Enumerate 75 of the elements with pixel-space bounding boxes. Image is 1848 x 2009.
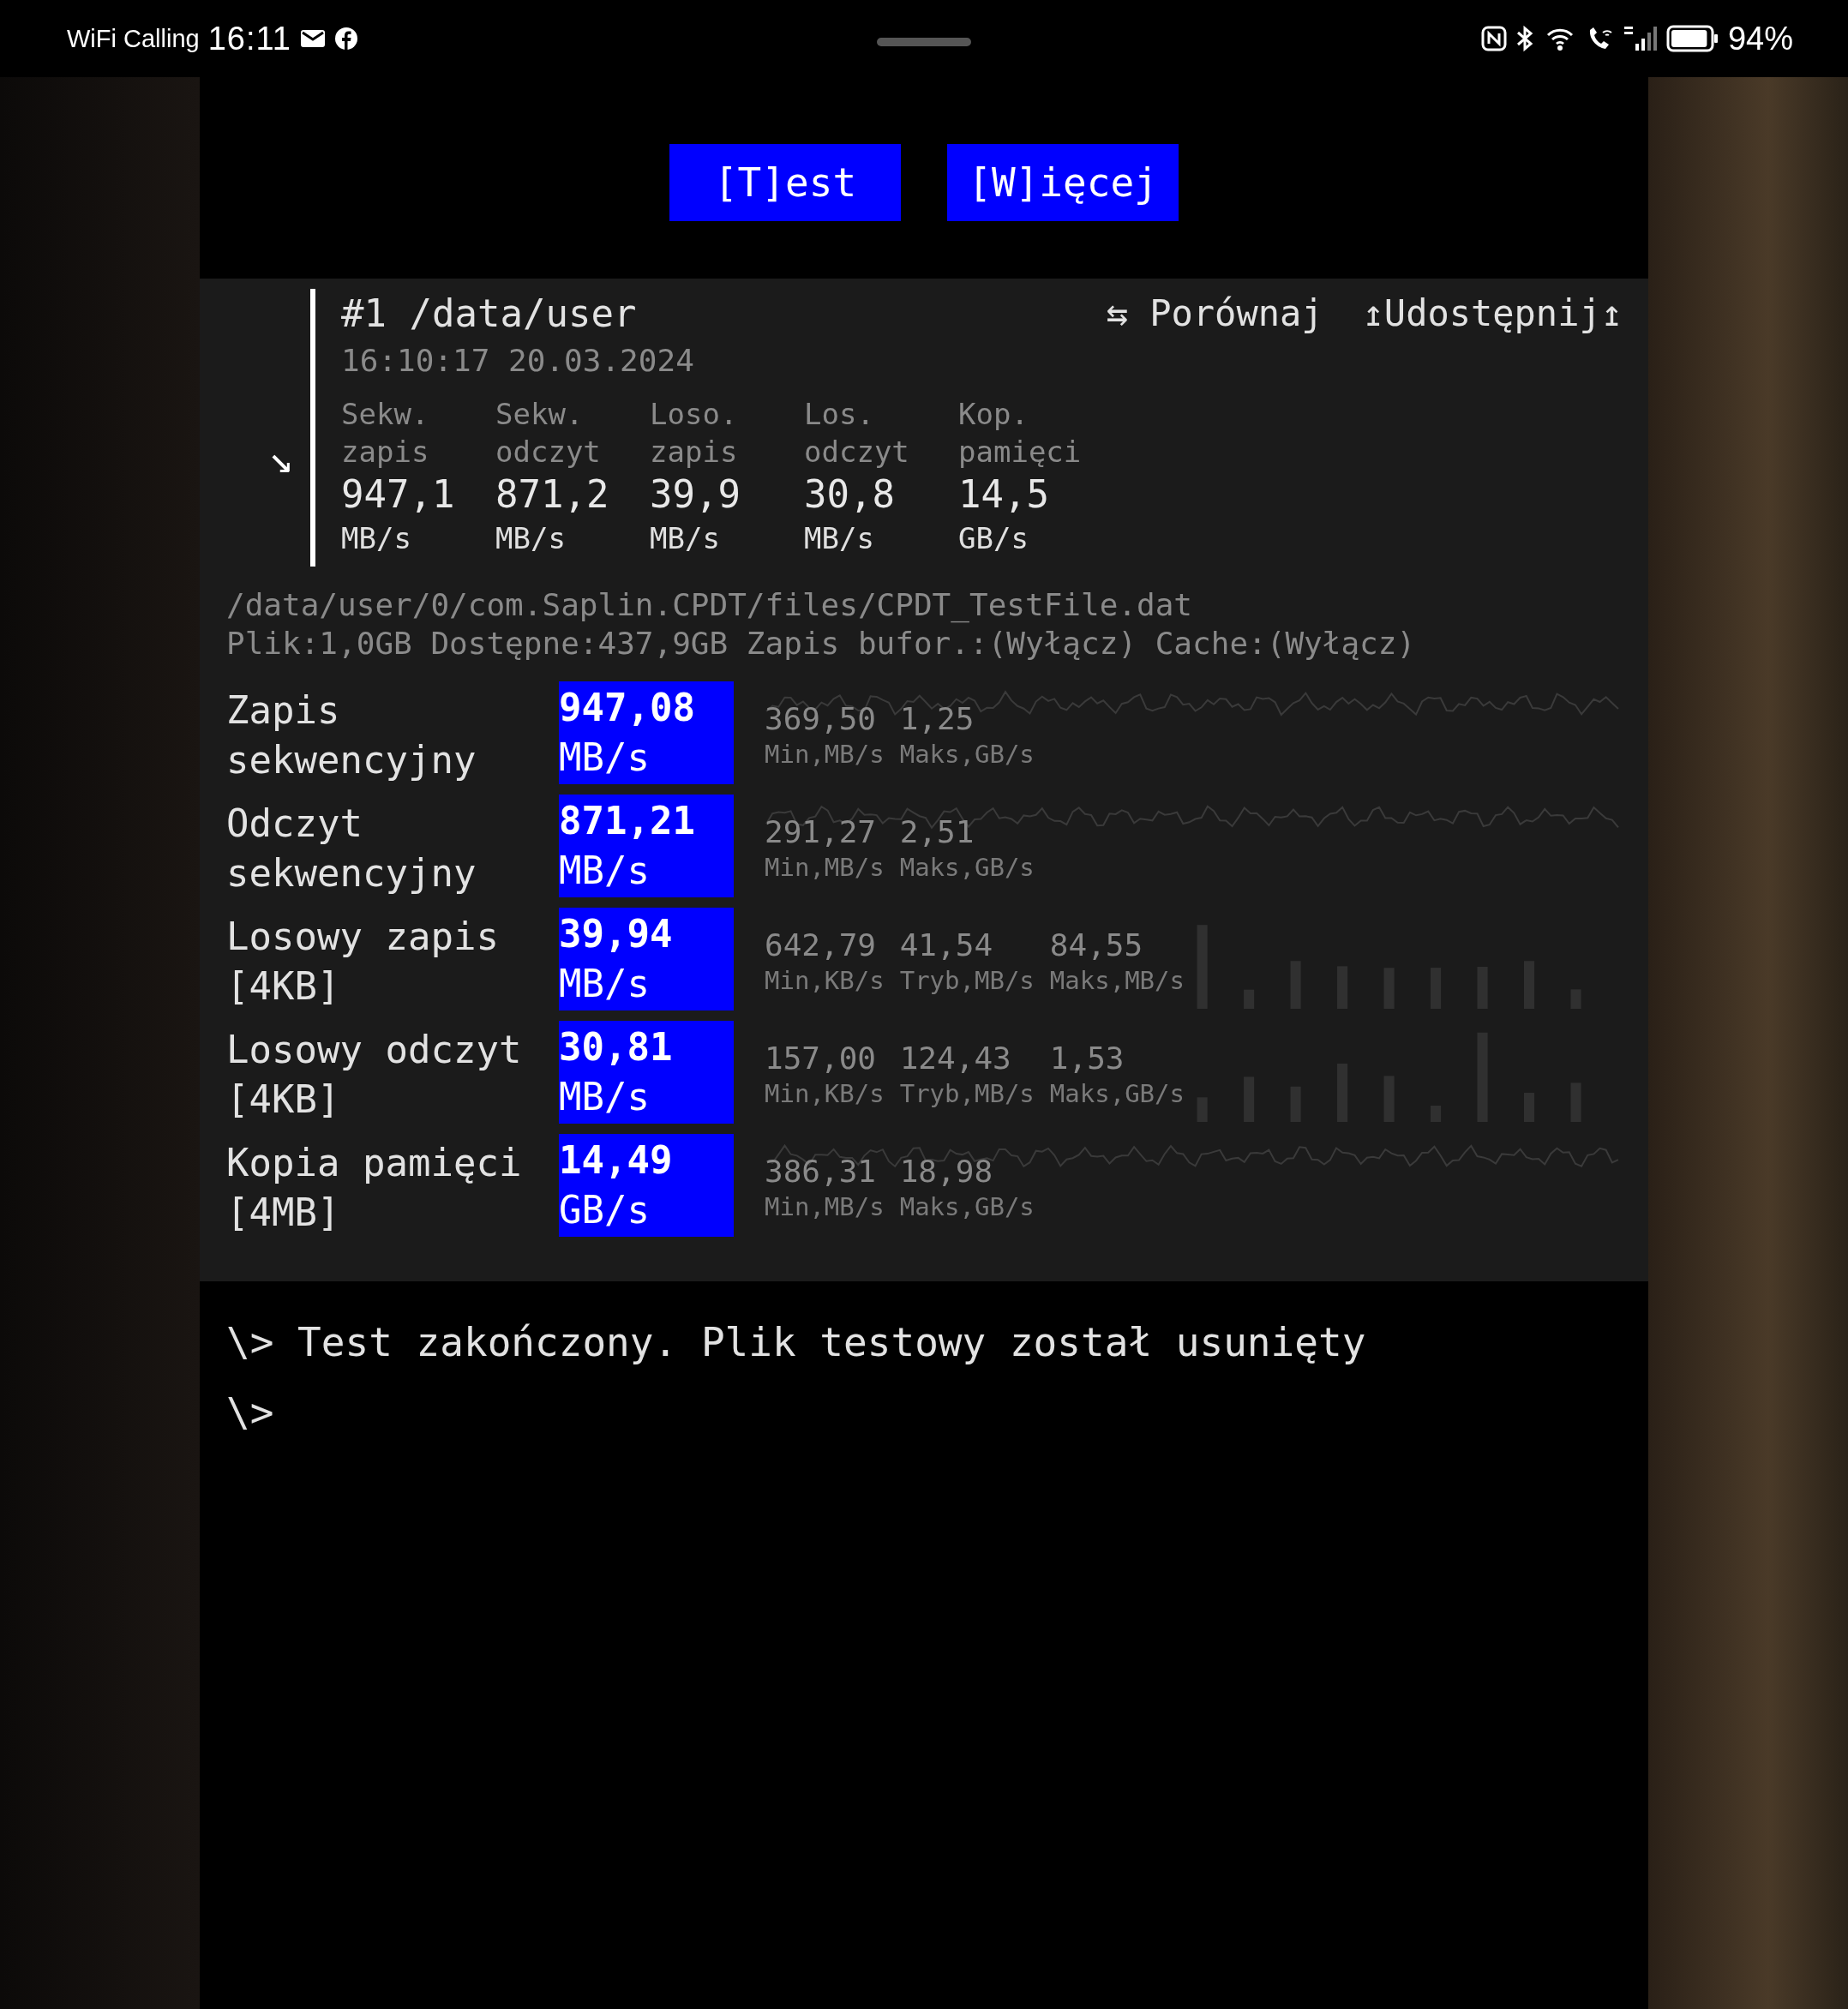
bluetooth-icon xyxy=(1515,25,1534,52)
stat-value: 2,51 xyxy=(899,813,975,851)
metric-value: 30,8 xyxy=(804,471,896,518)
carrier-label: WiFi Calling xyxy=(67,24,200,53)
stat-value: 369,50 xyxy=(765,700,878,738)
metric-unit: MB/s xyxy=(341,520,412,557)
stat-value: 157,00 xyxy=(765,1040,878,1077)
mail-icon xyxy=(299,28,326,49)
test-button[interactable]: [T]est xyxy=(669,144,901,221)
metric-label: Sekw. odczyt xyxy=(495,396,602,471)
metric-label: Loso. zapis xyxy=(650,396,739,471)
test-name: Zapis sekwencyjny xyxy=(226,688,477,782)
stat-label: Tryb,MB/s xyxy=(899,965,1035,997)
metric-unit: MB/s xyxy=(650,520,721,557)
signal-icon xyxy=(1623,25,1658,52)
test-name: Losowy odczyt [4KB] xyxy=(226,1028,522,1121)
result-value: 947,08 xyxy=(559,685,696,731)
clock: 16:11 xyxy=(207,20,291,57)
file-info: Plik:1,0GB Dostępne:437,9GB Zapis bufor.:(Wyłącz) Cache:(Wyłącz) xyxy=(226,625,1417,663)
metric-value: 39,9 xyxy=(650,471,741,518)
stat-label: Tryb,MB/s xyxy=(899,1078,1035,1110)
stat-value: 1,53 xyxy=(1049,1040,1125,1077)
result-unit: MB/s xyxy=(559,1074,651,1120)
stat-label: Min,MB/s xyxy=(765,739,885,771)
stat-label: Min,KB/s xyxy=(765,1078,885,1110)
result-value: 14,49 xyxy=(559,1137,674,1184)
stat-label: Maks,GB/s xyxy=(899,739,1035,771)
more-button[interactable]: [W]ięcej xyxy=(947,144,1179,221)
result-unit: MB/s xyxy=(559,848,651,894)
stat-value: 41,54 xyxy=(899,927,994,964)
drag-handle[interactable] xyxy=(877,38,971,46)
stat-value: 642,79 xyxy=(765,927,878,964)
stat-value: 1,25 xyxy=(899,700,975,738)
metric-unit: GB/s xyxy=(958,520,1029,557)
stat-value: 124,43 xyxy=(899,1040,1012,1077)
metric-label: Los. odczyt xyxy=(804,396,910,471)
console-line: \> xyxy=(226,1388,275,1437)
file-path: /data/user/0/com.Saplin.CPDT/files/CPDT_TestFile.dat xyxy=(226,586,1194,624)
metric-value: 871,2 xyxy=(495,471,610,518)
metric-value: 947,1 xyxy=(341,471,456,518)
social-app-icon xyxy=(333,27,358,51)
test-name: Losowy zapis [4KB] xyxy=(226,915,499,1008)
test-name: Odczyt sekwencyjny xyxy=(226,801,477,895)
result-title: #1 /data/user xyxy=(341,291,638,335)
stat-value: 386,31 xyxy=(765,1153,878,1190)
result-value: 39,94 xyxy=(559,911,674,957)
stat-value: 18,98 xyxy=(899,1153,994,1190)
stat-label: Maks,GB/s xyxy=(899,852,1035,884)
stat-label: Maks,GB/s xyxy=(1049,1078,1185,1110)
result-unit: GB/s xyxy=(559,1187,651,1233)
stat-label: Maks,MB/s xyxy=(1049,965,1185,997)
metric-label: Kop. pamięci xyxy=(958,396,1083,471)
result-unit: MB/s xyxy=(559,735,651,781)
metric-value: 14,5 xyxy=(958,471,1050,518)
timestamp: 16:10:17 20.03.2024 xyxy=(341,342,695,380)
stat-label: Min,MB/s xyxy=(765,1191,885,1223)
metric-label: Sekw. zapis xyxy=(341,396,430,471)
result-value: 30,81 xyxy=(559,1024,674,1070)
stat-value: 84,55 xyxy=(1049,927,1144,964)
battery-icon xyxy=(1665,25,1719,52)
metric-unit: MB/s xyxy=(804,520,875,557)
stat-label: Min,MB/s xyxy=(765,852,885,884)
test-name: Kopia pamięci [4MB] xyxy=(226,1141,522,1234)
battery-percentage: 94% xyxy=(1727,20,1793,57)
nfc-icon xyxy=(1480,26,1507,51)
result-unit: MB/s xyxy=(559,961,651,1007)
stat-label: Maks,GB/s xyxy=(899,1191,1035,1223)
console-line: \> Test zakończony. Plik testowy został usunięty xyxy=(226,1318,1367,1367)
stat-label: Min,KB/s xyxy=(765,965,885,997)
share-button[interactable]: ↥Udostępnij↥ xyxy=(1362,291,1623,334)
compare-button[interactable]: ⇆ Porównaj xyxy=(1106,291,1323,334)
expand-arrow[interactable]: ↘ xyxy=(268,434,293,482)
stat-value: 291,27 xyxy=(765,813,878,851)
result-value: 871,21 xyxy=(559,798,696,844)
metric-unit: MB/s xyxy=(495,520,567,557)
